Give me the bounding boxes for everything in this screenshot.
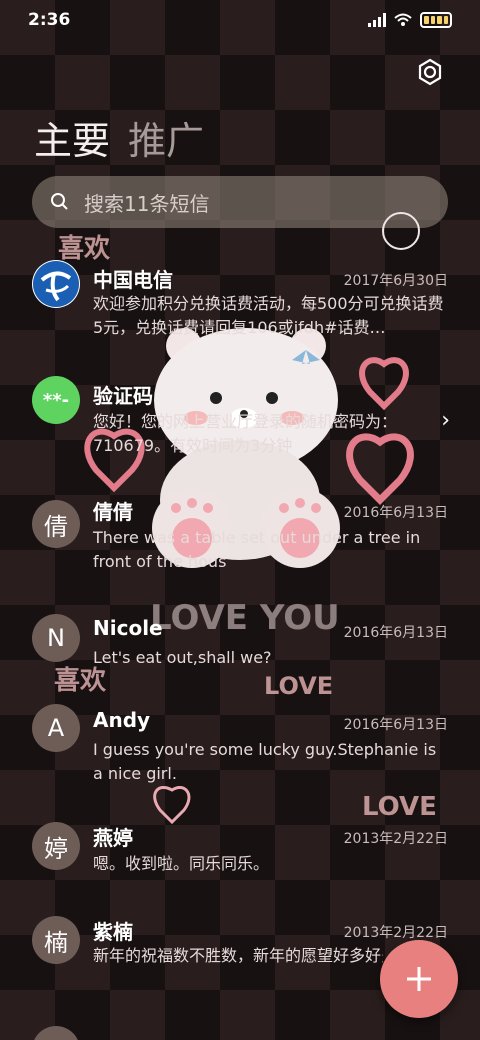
- avatar: N: [32, 614, 80, 662]
- sender-name: 燕婷: [93, 826, 133, 850]
- tabs: 主要 推广: [34, 110, 204, 165]
- message-preview: 新年的祝福数不胜数，新年的愿望好多好多，新年的问候依旧美好，在这个温馨的时刻…: [93, 946, 383, 965]
- avatar: **-: [32, 376, 80, 424]
- sender-name: Andy: [93, 708, 151, 732]
- sender-name: 验证码: [93, 384, 153, 408]
- list-item[interactable]: 中国电信 2017年6月30日 欢迎参加积分兑换话费活动，每500分可兑换话费5…: [0, 260, 480, 360]
- message-preview: There was a table set out under a tree i…: [93, 528, 421, 571]
- settings-button[interactable]: [414, 56, 446, 88]
- sender-name: 倩倩: [93, 500, 133, 524]
- sender-name: 中国电信: [93, 268, 173, 292]
- message-date: 2016年6月13日: [343, 625, 448, 641]
- message-date: 2013年2月22日: [343, 831, 448, 847]
- message-date: 2016年6月13日: [343, 505, 448, 521]
- list-item[interactable]: N Nicole 2016年6月13日 Let's eat out,shall …: [0, 612, 480, 692]
- chevron-right-icon: ›: [441, 408, 450, 433]
- wifi-icon: [394, 13, 412, 26]
- list-item[interactable]: **- 验证码 您好！您的网上营业厅登录的随机密码为：710679。有效时间为3…: [0, 376, 480, 476]
- avatar: [32, 260, 80, 308]
- battery-icon: [420, 12, 452, 28]
- message-preview: I guess you're some lucky guy.Stephanie …: [93, 740, 437, 783]
- china-telecom-logo-icon: [33, 261, 79, 307]
- avatar: A: [32, 704, 80, 752]
- status-time: 2:36: [28, 10, 71, 30]
- message-date: 2013年2月22日: [343, 925, 448, 941]
- sender-name: 紫楠: [93, 920, 133, 944]
- message-preview: 您好！您的网上营业厅登录的随机密码为：710679。有效时间为3分钟: [93, 412, 398, 455]
- avatar: 婷: [32, 822, 80, 870]
- avatar: [32, 1026, 80, 1040]
- avatar: 楠: [32, 916, 80, 964]
- message-preview: Let's eat out,shall we?: [93, 648, 272, 667]
- signal-icon: [368, 13, 386, 27]
- message-date: 2016年6月13日: [343, 717, 448, 733]
- tab-primary[interactable]: 主要: [34, 110, 110, 165]
- sender-name: Nicole: [93, 616, 163, 640]
- message-date: 2017年6月30日: [343, 273, 448, 289]
- smiley-decoration: [382, 212, 420, 250]
- list-item-partial[interactable]: [0, 1026, 480, 1040]
- list-item[interactable]: 倩 倩倩 2016年6月13日 There was a table set ou…: [0, 496, 480, 596]
- message-preview: 欢迎参加积分兑换话费活动，每500分可兑换话费5元，兑换话费请回复106或jfd…: [93, 294, 444, 337]
- settings-icon: [418, 58, 442, 86]
- plus-icon: [407, 967, 431, 991]
- search-placeholder: 搜索11条短信: [84, 191, 210, 216]
- tab-promo[interactable]: 推广: [128, 110, 204, 165]
- list-item[interactable]: A Andy 2016年6月13日 I guess you're some lu…: [0, 704, 480, 804]
- status-bar: 2:36: [0, 0, 480, 40]
- search-icon: [51, 193, 68, 210]
- list-item[interactable]: 婷 燕婷 2013年2月22日 嗯。收到啦。同乐同乐。: [0, 820, 480, 900]
- message-preview: 嗯。收到啦。同乐同乐。: [93, 854, 270, 873]
- avatar: 倩: [32, 500, 80, 548]
- new-message-button[interactable]: [380, 940, 458, 1018]
